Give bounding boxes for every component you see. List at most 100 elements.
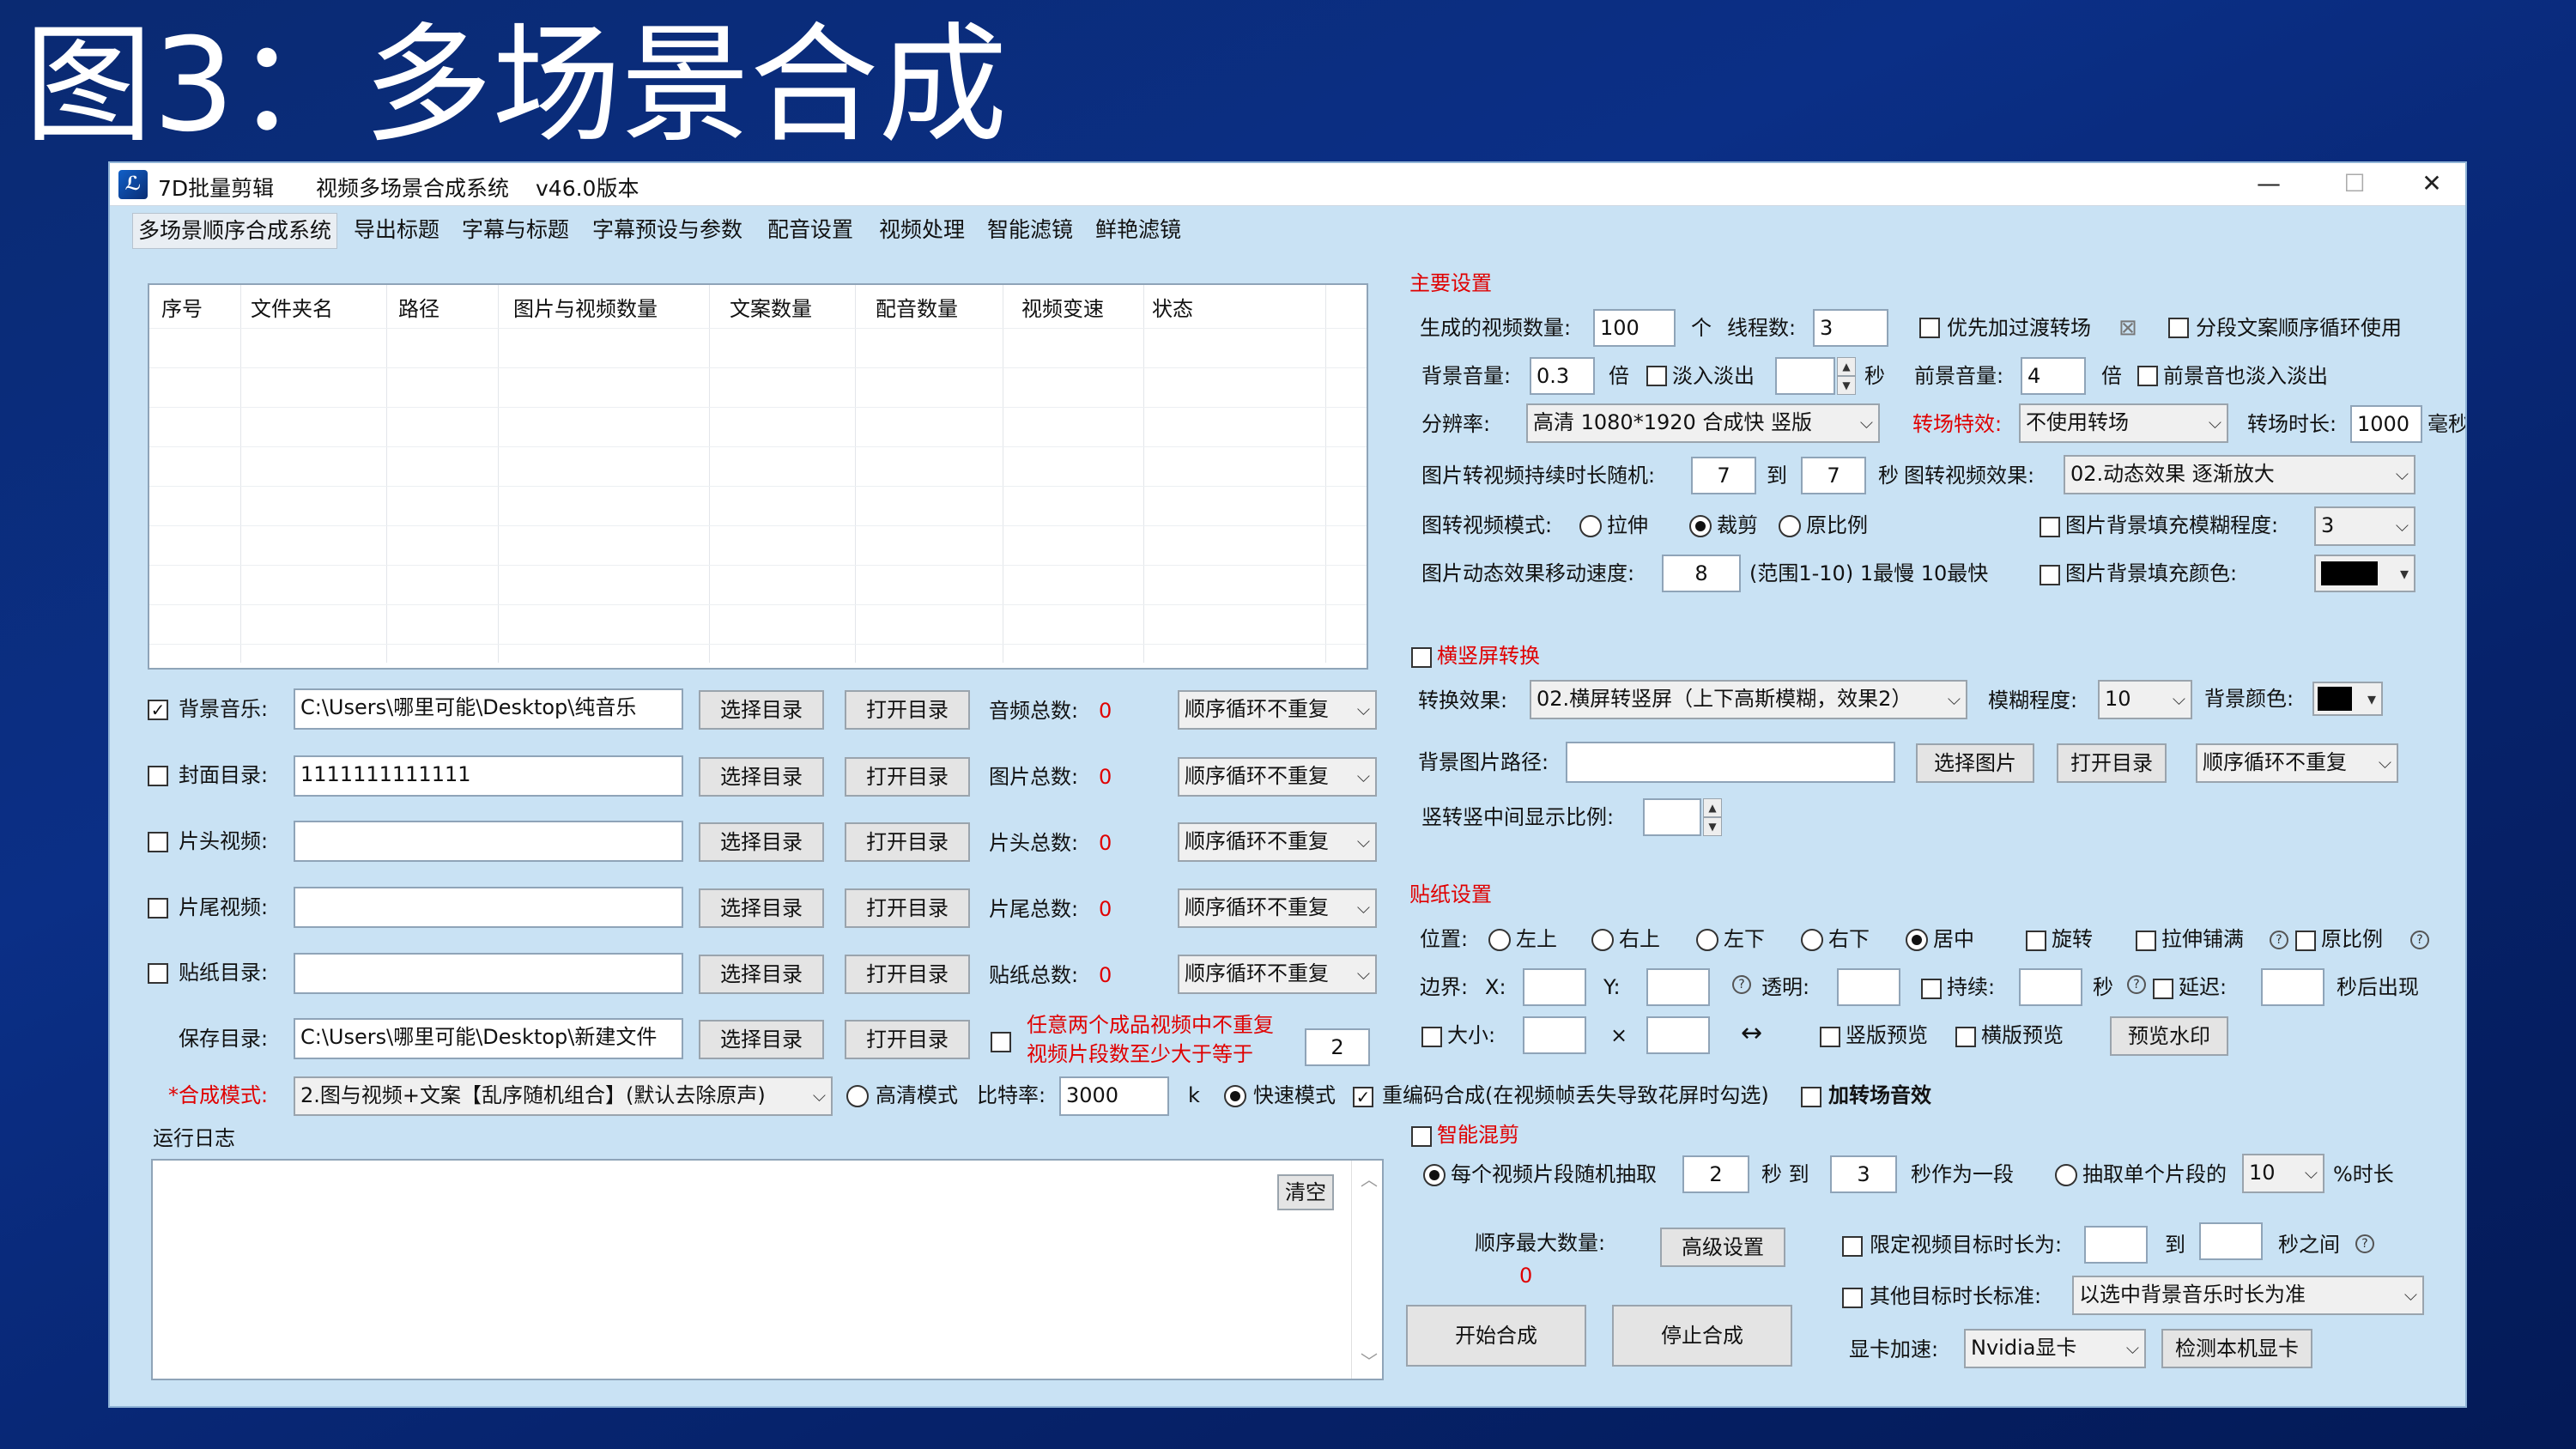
- orientation-blur-dropdown[interactable]: 10 ⌵: [2098, 680, 2192, 719]
- bg-img-open-button[interactable]: 打开目录: [2057, 743, 2167, 783]
- cover-mode-dropdown[interactable]: 顺序循环不重复 ⌵: [1178, 757, 1377, 797]
- speed-input[interactable]: 8: [1662, 555, 1741, 592]
- transition-dur-input[interactable]: 1000: [2350, 405, 2422, 443]
- v-preview-checkbox[interactable]: [1820, 1027, 1840, 1047]
- tab-video-process[interactable]: 视频处理: [874, 213, 970, 247]
- rotate-checkbox[interactable]: [2026, 931, 2046, 951]
- help-icon[interactable]: ?: [1732, 975, 1751, 994]
- gpu-dropdown[interactable]: Nvidia显卡 ⌵: [1964, 1329, 2146, 1368]
- prefer-transition-checkbox[interactable]: [1919, 318, 1940, 338]
- select-bg-img-button[interactable]: 选择图片: [1916, 743, 2034, 783]
- duration-input[interactable]: [2019, 968, 2082, 1006]
- tab-subtitle-title[interactable]: 字幕与标题: [457, 213, 574, 247]
- random-from-input[interactable]: 2: [1682, 1155, 1749, 1193]
- border-y-input[interactable]: [1646, 968, 1710, 1006]
- img-dur-from[interactable]: 7: [1691, 457, 1756, 494]
- sticker-dir-path[interactable]: [294, 953, 683, 994]
- start-compose-button[interactable]: 开始合成: [1406, 1305, 1586, 1367]
- outro-select-button[interactable]: 选择目录: [699, 888, 824, 928]
- no-repeat-count[interactable]: 2: [1305, 1028, 1370, 1066]
- intro-path[interactable]: [294, 821, 683, 862]
- ratio-up-icon[interactable]: ▲: [1703, 798, 1722, 817]
- other-duration-checkbox[interactable]: [1842, 1288, 1863, 1308]
- bg-music-path[interactable]: C:\Users\哪里可能\Desktop\纯音乐: [294, 688, 683, 730]
- original-checkbox[interactable]: [2295, 931, 2316, 951]
- tab-vivid-filter[interactable]: 鲜艳滤镜: [1090, 213, 1186, 247]
- sticker-dir-select-button[interactable]: 选择目录: [699, 955, 824, 994]
- intro-mode-dropdown[interactable]: 顺序循环不重复 ⌵: [1178, 822, 1377, 862]
- random-to-input[interactable]: 3: [1830, 1155, 1897, 1193]
- ratio-input[interactable]: [1643, 798, 1701, 836]
- random-extract-radio[interactable]: [1423, 1164, 1446, 1186]
- hd-mode-radio[interactable]: [846, 1085, 869, 1107]
- pos-center-radio[interactable]: [1906, 929, 1928, 951]
- delay-checkbox[interactable]: [2153, 979, 2173, 999]
- tab-scene-compose[interactable]: 多场景顺序合成系统: [132, 213, 338, 249]
- fade-checkbox[interactable]: [1646, 366, 1667, 386]
- scroll-down-icon[interactable]: ﹀: [1361, 1348, 1378, 1373]
- blur-fill-checkbox[interactable]: [2040, 517, 2060, 537]
- threads-input[interactable]: 3: [1813, 309, 1888, 347]
- cover-path[interactable]: 1111111111111: [294, 755, 683, 797]
- transition-fx-dropdown[interactable]: 不使用转场 ⌵: [2019, 403, 2228, 443]
- segment-loop-checkbox[interactable]: [2168, 318, 2189, 338]
- file-table[interactable]: 序号 文件夹名 路径 图片与视频数量 文案数量 配音数量 视频变速 状态: [148, 283, 1368, 670]
- help-icon[interactable]: ?: [2270, 931, 2288, 949]
- outro-path[interactable]: [294, 887, 683, 928]
- smart-mix-checkbox[interactable]: [1411, 1126, 1432, 1147]
- intro-checkbox[interactable]: [148, 832, 168, 852]
- delay-input[interactable]: [2261, 968, 2324, 1006]
- ratio-down-icon[interactable]: ▼: [1703, 817, 1722, 836]
- bg-volume-input[interactable]: 0.3: [1530, 357, 1595, 395]
- fg-volume-input[interactable]: 4: [2021, 357, 2086, 395]
- pos-bottom-right-radio[interactable]: [1801, 929, 1823, 951]
- log-scrollbar[interactable]: ︿ ﹀: [1351, 1161, 1382, 1379]
- img-fx-dropdown[interactable]: 02.动态效果 逐渐放大 ⌵: [2064, 455, 2415, 494]
- bg-img-mode-dropdown[interactable]: 顺序循环不重复 ⌵: [2196, 743, 2398, 783]
- sticker-dir-open-button[interactable]: 打开目录: [845, 955, 970, 994]
- gen-count-input[interactable]: 100: [1593, 309, 1676, 347]
- limit-duration-checkbox[interactable]: [1842, 1236, 1863, 1257]
- close-button[interactable]: ✕: [2402, 167, 2462, 201]
- save-open-button[interactable]: 打开目录: [845, 1020, 970, 1059]
- stretch-checkbox[interactable]: [2136, 931, 2156, 951]
- intro-select-button[interactable]: 选择目录: [699, 822, 824, 862]
- color-fill-picker[interactable]: ▾: [2314, 555, 2415, 592]
- bg-music-select-button[interactable]: 选择目录: [699, 690, 824, 730]
- size-checkbox[interactable]: [1421, 1027, 1442, 1047]
- log-area[interactable]: 清空 ︿ ﹀: [151, 1159, 1384, 1380]
- cover-checkbox[interactable]: [148, 766, 168, 786]
- fade-up-icon[interactable]: ▲: [1837, 357, 1856, 376]
- alpha-input[interactable]: [1837, 968, 1900, 1006]
- orientation-bg-color-picker[interactable]: ▾: [2312, 682, 2383, 716]
- sticker-dir-mode-dropdown[interactable]: 顺序循环不重复 ⌵: [1178, 955, 1377, 994]
- bg-music-checkbox[interactable]: ✓: [148, 700, 168, 720]
- bitrate-input[interactable]: 3000: [1059, 1076, 1169, 1116]
- swap-icon[interactable]: ↔: [1741, 1020, 1762, 1047]
- limit-to-input[interactable]: [2199, 1222, 2263, 1260]
- fg-fade-checkbox[interactable]: [2137, 366, 2158, 386]
- outro-open-button[interactable]: 打开目录: [845, 888, 970, 928]
- bg-music-open-button[interactable]: 打开目录: [845, 690, 970, 730]
- cover-select-button[interactable]: 选择目录: [699, 757, 824, 797]
- tab-export-title[interactable]: 导出标题: [349, 213, 445, 247]
- detect-gpu-button[interactable]: 检测本机显卡: [2161, 1329, 2312, 1368]
- mode-stretch-radio[interactable]: [1579, 515, 1602, 537]
- limit-from-input[interactable]: [2084, 1226, 2148, 1264]
- bg-img-path[interactable]: [1566, 742, 1895, 783]
- resolution-dropdown[interactable]: 高清 1080*1920 合成快 竖版 ⌵: [1526, 403, 1880, 443]
- transition-sound-checkbox[interactable]: [1801, 1087, 1821, 1107]
- duration-checkbox[interactable]: [1921, 979, 1942, 999]
- pos-top-left-radio[interactable]: [1488, 929, 1511, 951]
- minimize-button[interactable]: —: [2239, 167, 2299, 201]
- no-repeat-checkbox[interactable]: [991, 1032, 1011, 1052]
- fade-down-icon[interactable]: ▼: [1837, 376, 1856, 395]
- tab-dubbing[interactable]: 配音设置: [762, 213, 858, 247]
- size-h-input[interactable]: [1646, 1016, 1710, 1054]
- cover-open-button[interactable]: 打开目录: [845, 757, 970, 797]
- clear-log-button[interactable]: 清空: [1277, 1174, 1334, 1210]
- tab-smart-filter[interactable]: 智能滤镜: [982, 213, 1078, 247]
- h-preview-checkbox[interactable]: [1955, 1027, 1976, 1047]
- tab-subtitle-preset[interactable]: 字幕预设与参数: [587, 213, 748, 247]
- other-duration-dropdown[interactable]: 以选中背景音乐时长为准 ⌵: [2072, 1276, 2424, 1315]
